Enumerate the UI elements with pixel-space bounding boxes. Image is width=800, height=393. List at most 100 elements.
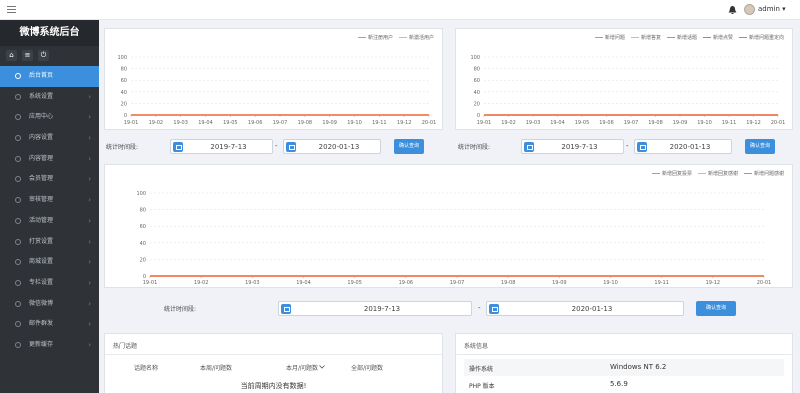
- chevron-right-icon: ›: [88, 92, 91, 101]
- filter-row-thanks: 统计时间段: 2019-7-13 - 2020-01-13 确认查询: [164, 301, 764, 317]
- sidebar-item[interactable]: 更新缓存 ›: [0, 335, 99, 356]
- sidebar-item[interactable]: 内容管理 ›: [0, 149, 99, 170]
- legend-item[interactable]: 新增问题: [594, 34, 625, 41]
- filter-row-users: 统计时间段: 2019-7-13 - 2020-01-13 确认查询: [106, 139, 446, 155]
- y-tick-label: 100: [136, 191, 146, 197]
- y-tick-label: 100: [470, 55, 480, 61]
- query-button[interactable]: 确认查询: [745, 139, 775, 154]
- bell-icon[interactable]: [728, 6, 737, 14]
- sidebar-item[interactable]: 打赏设置 ›: [0, 232, 99, 253]
- sidebar-item[interactable]: 审核管理 ›: [0, 190, 99, 211]
- start-date-input[interactable]: 2019-7-13: [521, 139, 624, 154]
- sidebar-item[interactable]: 微信微博 ›: [0, 294, 99, 315]
- legend-item[interactable]: 新增回复投票: [651, 170, 692, 177]
- sidebar-item[interactable]: 商城设置 ›: [0, 252, 99, 273]
- legend-label: 新增问题: [604, 35, 625, 41]
- x-tick-label: 19-02: [194, 280, 209, 286]
- chevron-right-icon: ›: [88, 216, 91, 225]
- start-date-input[interactable]: 2019-7-13: [170, 139, 273, 154]
- column-header[interactable]: 全部/问题数: [351, 363, 383, 372]
- filter-label: 统计时间段:: [164, 306, 197, 313]
- sidebar-item-label: 内容设置: [29, 134, 54, 142]
- sidebar-item[interactable]: 后台首页: [0, 66, 99, 87]
- legend-item[interactable]: 新注册用户: [357, 34, 393, 41]
- x-tick-label: 19-12: [706, 280, 721, 286]
- sidebar-item[interactable]: 应用中心 ›: [0, 107, 99, 128]
- chart-users: 0 20 40 60 80 100 19-01 19-02 19-03 19-04 19-05 19-…: [117, 55, 437, 126]
- user-menu[interactable]: admin ▾: [758, 5, 786, 13]
- chart-legend: 新增回复投票 新增回复感谢 新增问题感谢: [651, 170, 784, 177]
- chevron-right-icon: ›: [88, 154, 91, 163]
- y-tick-label: 20: [474, 101, 480, 107]
- system-info-panel: 系统信息 操作系统 Windows NT 6.2 PHP 版本 5.6.9: [455, 333, 793, 393]
- empty-state-text: 当前周期内没有数据!: [240, 382, 307, 390]
- legend-swatch: [357, 37, 366, 38]
- end-date-input[interactable]: 2020-01-13: [634, 139, 732, 154]
- y-tick-label: 80: [121, 67, 127, 73]
- calendar-icon: [281, 304, 291, 314]
- legend-label: 新增答复: [640, 35, 661, 41]
- avatar[interactable]: [744, 4, 755, 15]
- legend-item[interactable]: 新增问题感谢: [743, 170, 784, 177]
- x-tick-label: 19-02: [501, 120, 516, 126]
- chevron-right-icon: ›: [88, 278, 91, 287]
- calendar-icon: [286, 142, 296, 152]
- end-date-input[interactable]: 2020-01-13: [486, 301, 684, 316]
- legend-swatch: [702, 37, 711, 38]
- x-tick-label: 19-05: [575, 120, 590, 126]
- menu-item-icon: [15, 114, 21, 121]
- column-header[interactable]: 本月/问题数: [286, 363, 318, 372]
- sidebar-item[interactable]: 活动管理 ›: [0, 211, 99, 232]
- chevron-right-icon: ›: [88, 320, 91, 329]
- x-tick-label: 19-07: [450, 280, 465, 286]
- calendar-icon: [524, 142, 534, 152]
- query-button[interactable]: 确认查询: [696, 301, 736, 316]
- query-button[interactable]: 确认查询: [394, 139, 424, 154]
- sidebar-item-label: 会员管理: [29, 175, 54, 183]
- legend-swatch: [594, 37, 603, 38]
- legend-item[interactable]: 新增答复: [630, 34, 661, 41]
- sidebar-item[interactable]: 内容设置 ›: [0, 128, 99, 149]
- y-tick-label: 80: [474, 67, 480, 73]
- sidebar-item[interactable]: 专栏设置 ›: [0, 273, 99, 294]
- column-header[interactable]: 本周/问题数: [200, 363, 232, 372]
- menu-item-icon: [15, 197, 21, 204]
- sidebar-item[interactable]: 邮件群发 ›: [0, 314, 99, 335]
- x-tick-label: 19-04: [296, 280, 311, 286]
- hot-topics-title: 热门话题: [113, 343, 138, 350]
- home-icon[interactable]: ⌂: [6, 50, 17, 61]
- x-tick-label: 19-05: [223, 120, 238, 126]
- x-tick-label: 19-07: [273, 120, 288, 126]
- legend-item[interactable]: 新激活用户: [398, 34, 434, 41]
- power-icon[interactable]: ⏻: [38, 50, 49, 61]
- chevron-down-icon[interactable]: [319, 365, 325, 369]
- list-icon[interactable]: ≡: [22, 50, 33, 61]
- legend-item[interactable]: 新增回复感谢: [697, 170, 738, 177]
- app-title: 微博系统后台: [0, 20, 99, 46]
- end-date-input[interactable]: 2020-01-13: [283, 139, 381, 154]
- start-date-input[interactable]: 2019-7-13: [278, 301, 472, 316]
- sidebar: 微博系统后台 ⌂ ≡ ⏻ 后台首页 系统设置 › 应用中心 › 内容设置 › 内容管理 › 会员管…: [0, 0, 99, 393]
- sidebar-item[interactable]: 会员管理 ›: [0, 169, 99, 190]
- legend-item[interactable]: 新增问题重定向: [738, 34, 784, 41]
- chevron-right-icon: ›: [88, 237, 91, 246]
- chevron-right-icon: ›: [88, 299, 91, 308]
- sidebar-item[interactable]: 系统设置 ›: [0, 87, 99, 108]
- menu-toggle-button[interactable]: [0, 0, 99, 20]
- sidebar-item-label: 邮件群发: [29, 320, 54, 328]
- legend-item[interactable]: 新增话题: [666, 34, 697, 41]
- filter-label: 统计时间段:: [458, 144, 491, 151]
- x-tick-label: 20-01: [422, 120, 437, 126]
- legend-label: 新增回复投票: [661, 171, 692, 177]
- x-tick-label: 19-09: [322, 120, 337, 126]
- x-tick-label: 19-11: [722, 120, 737, 126]
- legend-item[interactable]: 新增点赞: [702, 34, 733, 41]
- hot-topics-panel: 热门话题 话题名称 本周/问题数 本月/问题数 全部/问题数 当前周期内没有数据…: [104, 333, 443, 393]
- chart-questions: 0 20 40 60 80 100 19-01 19-02 19-03 19-04 19-05 19-…: [470, 55, 785, 126]
- chart-panel-users: 新注册用户 新激活用户 0 20 40 60 80 100 19-01 19-02 19-03 19…: [104, 28, 443, 130]
- x-tick-label: 19-08: [501, 280, 516, 286]
- legend-label: 新增问题感谢: [753, 171, 784, 177]
- y-tick-label: 20: [121, 101, 127, 107]
- chart-panel-questions: 新增问题 新增答复 新增话题 新增点赞 新增问题重定向 0 20 40 60 80 100 19-0…: [455, 28, 793, 130]
- calendar-icon: [173, 142, 183, 152]
